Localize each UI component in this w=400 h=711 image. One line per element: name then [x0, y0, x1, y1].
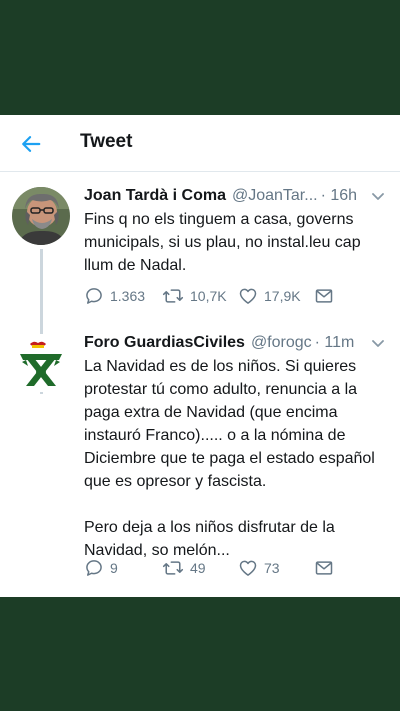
reply-icon — [86, 288, 102, 304]
tweet-item[interactable]: Joan Tardà i Coma @JoanTar... · 16h Fins… — [0, 175, 400, 394]
retweet-count: 49 — [190, 560, 206, 576]
tweet-text: La Navidad es de los niños. Si quieres p… — [84, 358, 375, 559]
chevron-down-icon[interactable] — [370, 335, 386, 351]
reply-button[interactable]: 9 — [84, 558, 162, 578]
avatar[interactable] — [12, 187, 70, 245]
tweet-content: Foro GuardiasCiviles @forogc · 11m La Na… — [84, 332, 388, 562]
share-button[interactable] — [314, 286, 334, 306]
mail-icon — [315, 289, 333, 303]
heart-icon — [239, 560, 257, 576]
tweet-header: Foro GuardiasCiviles @forogc · 11m — [84, 332, 388, 354]
mail-icon — [315, 561, 333, 575]
header-bar: Tweet — [0, 115, 400, 172]
author-name[interactable]: Joan Tardà i Coma — [84, 185, 226, 207]
tweet-time: · 11m — [314, 334, 355, 351]
page-title: Tweet — [80, 131, 133, 152]
retweet-icon — [162, 289, 184, 303]
reply-button[interactable]: 1.363 — [84, 286, 162, 306]
share-button[interactable] — [314, 558, 334, 578]
like-count: 17,9K — [264, 288, 301, 304]
retweet-button[interactable]: 49 — [162, 558, 238, 578]
like-button[interactable]: 17,9K — [238, 286, 314, 306]
tweet-actions: 1.363 10,7K 17,9K — [84, 286, 388, 306]
tweet-screen: Tweet Joan Tardà i Coma @JoanTar... · 16… — [0, 115, 400, 597]
heart-icon — [239, 288, 257, 304]
tweet-actions: 9 49 73 — [84, 558, 388, 578]
author-handle[interactable]: @forogc — [251, 332, 312, 354]
retweet-count: 10,7K — [190, 288, 227, 304]
back-button[interactable] — [14, 127, 48, 161]
like-count: 73 — [264, 560, 280, 576]
author-name[interactable]: Foro GuardiasCiviles — [84, 332, 245, 354]
reply-count: 1.363 — [110, 288, 146, 304]
reply-icon — [86, 560, 102, 576]
tweet-time: · 16h — [320, 187, 358, 204]
like-button[interactable]: 73 — [238, 558, 314, 578]
arrow-left-icon — [22, 136, 41, 152]
retweet-icon — [162, 561, 184, 575]
tweet-text: Fins q no els tinguem a casa, governs mu… — [84, 211, 361, 274]
bottom-background-band — [0, 597, 400, 711]
retweet-button[interactable]: 10,7K — [162, 286, 238, 306]
tweet-header: Joan Tardà i Coma @JoanTar... · 16h — [84, 185, 388, 207]
chevron-down-icon[interactable] — [370, 188, 386, 204]
avatar[interactable] — [12, 334, 70, 392]
tweet-item[interactable]: Foro GuardiasCiviles @forogc · 11m La Na… — [0, 322, 400, 587]
reply-count: 9 — [110, 560, 118, 576]
top-background-band — [0, 0, 400, 115]
tweet-content: Joan Tardà i Coma @JoanTar... · 16h Fins… — [84, 185, 388, 277]
author-handle[interactable]: @JoanTar... — [232, 185, 318, 207]
